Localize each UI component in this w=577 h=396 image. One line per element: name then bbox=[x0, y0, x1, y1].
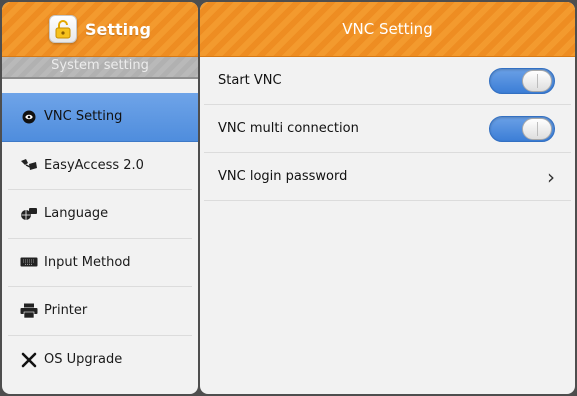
sidebar-header: Setting bbox=[2, 2, 198, 57]
sidebar-item-label: EasyAccess 2.0 bbox=[44, 157, 144, 173]
sidebar-item-printer[interactable]: Printer bbox=[8, 287, 192, 336]
sidebar-item-label: Printer bbox=[44, 303, 88, 319]
sidebar: Setting System setting VNC Setting EasyA… bbox=[2, 2, 198, 394]
toggle-knob bbox=[522, 117, 552, 140]
lock-icon[interactable] bbox=[49, 15, 77, 43]
vnc-login-password-row[interactable]: VNC login password › bbox=[204, 153, 571, 201]
sidebar-item-input-method[interactable]: Input Method bbox=[8, 239, 192, 287]
vnc-multi-connection-label: VNC multi connection bbox=[218, 121, 359, 136]
vnc-multi-connection-toggle[interactable] bbox=[489, 115, 555, 142]
sidebar-item-label: Language bbox=[44, 206, 109, 222]
vnc-login-password-label: VNC login password bbox=[218, 169, 348, 184]
start-vnc-toggle[interactable] bbox=[489, 67, 555, 94]
sidebar-title-group: Setting bbox=[49, 15, 151, 43]
vnc-icon bbox=[20, 109, 38, 125]
tools-icon bbox=[20, 352, 38, 368]
chevron-right-icon: › bbox=[547, 164, 555, 189]
app-frame: Setting System setting VNC Setting EasyA… bbox=[0, 0, 577, 396]
language-icon bbox=[20, 206, 38, 222]
sidebar-title: Setting bbox=[85, 19, 151, 39]
keyboard-icon bbox=[20, 254, 38, 270]
printer-icon bbox=[20, 303, 38, 319]
toggle-knob bbox=[522, 69, 552, 92]
vnc-multi-connection-row: VNC multi connection bbox=[204, 105, 571, 153]
start-vnc-row: Start VNC bbox=[204, 57, 571, 105]
sidebar-item-language[interactable]: Language bbox=[8, 190, 192, 239]
sidebar-subtitle: System setting bbox=[2, 57, 198, 79]
start-vnc-label: Start VNC bbox=[218, 73, 282, 88]
easyaccess-icon bbox=[20, 157, 38, 173]
sidebar-item-vnc-setting[interactable]: VNC Setting bbox=[2, 93, 198, 142]
sidebar-item-label: Input Method bbox=[44, 254, 131, 270]
sidebar-item-easyaccess[interactable]: EasyAccess 2.0 bbox=[8, 142, 192, 190]
sidebar-item-label: OS Upgrade bbox=[44, 352, 123, 368]
page-title: VNC Setting bbox=[200, 2, 575, 57]
sidebar-item-os-upgrade[interactable]: OS Upgrade bbox=[8, 336, 192, 385]
main-panel: VNC Setting Start VNC VNC multi connecti… bbox=[200, 2, 575, 394]
sidebar-item-label: VNC Setting bbox=[44, 109, 123, 125]
